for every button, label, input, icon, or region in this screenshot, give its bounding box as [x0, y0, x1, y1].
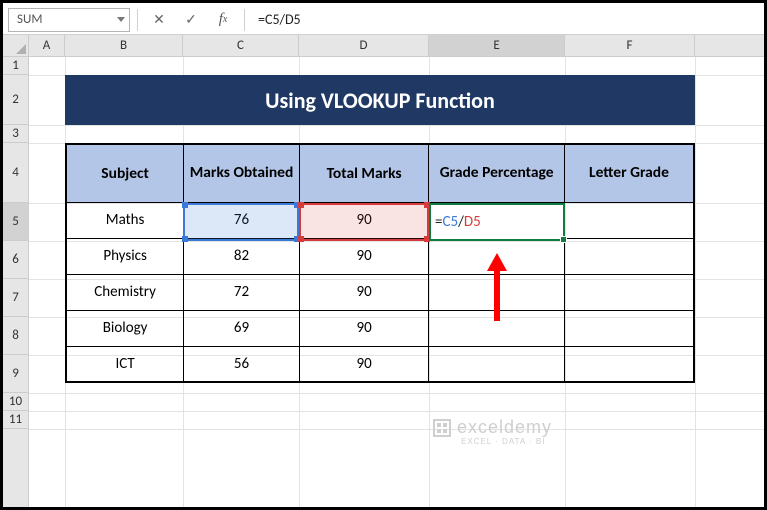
cell-grade[interactable]	[429, 310, 565, 346]
row-header-11[interactable]: 11	[3, 411, 28, 429]
fill-handle[interactable]	[560, 236, 567, 243]
row-header-1[interactable]: 1	[3, 57, 28, 75]
enter-icon[interactable]: ✓	[177, 8, 205, 32]
col-header-E[interactable]: E	[429, 35, 565, 56]
cell-letter[interactable]	[564, 202, 694, 238]
row-header-4[interactable]: 4	[3, 143, 28, 203]
col-header-B[interactable]: B	[65, 35, 183, 56]
row-header-9[interactable]: 9	[3, 355, 28, 393]
table-header-row: Subject Marks Obtained Total Marks Grade…	[66, 144, 694, 202]
divider	[244, 9, 245, 31]
cell-grade[interactable]	[429, 274, 565, 310]
formula-ref-c5: C5	[442, 213, 458, 231]
cell-grade[interactable]	[429, 238, 565, 274]
col-header-A[interactable]: A	[29, 35, 65, 56]
cell-total[interactable]: 90	[299, 346, 428, 382]
chevron-down-icon	[117, 17, 125, 22]
row-header-6[interactable]: 6	[3, 241, 28, 279]
select-all-corner[interactable]	[3, 35, 29, 57]
cells-area[interactable]: Using VLOOKUP Function Subject Marks Obt…	[29, 57, 764, 507]
cell-grade[interactable]	[429, 346, 565, 382]
row-header-10[interactable]: 10	[3, 393, 28, 411]
cell-total[interactable]: 90	[299, 202, 428, 238]
cell-subject[interactable]: ICT	[66, 346, 184, 382]
header-marks-obtained: Marks Obtained	[184, 144, 300, 202]
cancel-icon[interactable]: ✕	[145, 8, 173, 32]
cell-marks[interactable]: 56	[184, 346, 300, 382]
row-header-3[interactable]: 3	[3, 125, 28, 143]
formula-ref-d5: D5	[464, 213, 481, 231]
formula-input[interactable]: =C5/D5	[252, 8, 759, 32]
header-letter-grade: Letter Grade	[564, 144, 694, 202]
page-title: Using VLOOKUP Function	[65, 75, 695, 125]
active-cell-e5[interactable]: =C5/D5	[429, 203, 565, 241]
logo-icon	[433, 419, 451, 437]
cell-letter[interactable]	[564, 274, 694, 310]
cell-subject[interactable]: Maths	[66, 202, 184, 238]
divider	[137, 9, 138, 31]
col-header-F[interactable]: F	[565, 35, 695, 56]
cell-marks[interactable]: 72	[184, 274, 300, 310]
table-row: Maths 76 90	[66, 202, 694, 238]
row-header-2[interactable]: 2	[3, 75, 28, 125]
formula-bar-row: SUM ✕ ✓ fx =C5/D5	[3, 3, 764, 35]
cell-marks[interactable]: 82	[184, 238, 300, 274]
row-headers: 1 2 3 4 5 6 7 8 9 10 11	[3, 57, 29, 507]
row-header-8[interactable]: 8	[3, 317, 28, 355]
data-table: Subject Marks Obtained Total Marks Grade…	[65, 143, 695, 383]
cell-letter[interactable]	[564, 238, 694, 274]
cell-subject[interactable]: Biology	[66, 310, 184, 346]
cell-letter[interactable]	[564, 346, 694, 382]
header-grade-percentage: Grade Percentage	[429, 144, 565, 202]
header-subject: Subject	[66, 144, 184, 202]
name-box[interactable]: SUM	[8, 8, 130, 32]
table-row: ICT 56 90	[66, 346, 694, 382]
col-header-C[interactable]: C	[183, 35, 299, 56]
cell-marks[interactable]: 69	[184, 310, 300, 346]
cell-subject[interactable]: Chemistry	[66, 274, 184, 310]
col-header-D[interactable]: D	[299, 35, 429, 56]
cell-total[interactable]: 90	[299, 274, 428, 310]
row-header-7[interactable]: 7	[3, 279, 28, 317]
formula-eq: =	[435, 213, 442, 231]
cell-marks[interactable]: 76	[184, 202, 300, 238]
table-row: Biology 69 90	[66, 310, 694, 346]
watermark-tagline: EXCEL · DATA · BI	[461, 437, 629, 446]
column-headers: A B C D E F	[29, 35, 764, 57]
table-row: Physics 82 90	[66, 238, 694, 274]
name-box-value: SUM	[17, 12, 42, 27]
watermark: exceldemy EXCEL · DATA · BI	[433, 417, 629, 449]
cell-subject[interactable]: Physics	[66, 238, 184, 274]
header-total-marks: Total Marks	[299, 144, 428, 202]
cell-letter[interactable]	[564, 310, 694, 346]
cell-total[interactable]: 90	[299, 310, 428, 346]
cell-total[interactable]: 90	[299, 238, 428, 274]
row-header-5[interactable]: 5	[3, 203, 28, 241]
spreadsheet-grid: A B C D E F 1 2 3 4 5 6 7 8 9 10 11	[3, 35, 764, 507]
table-row: Chemistry 72 90	[66, 274, 694, 310]
fx-icon[interactable]: fx	[209, 8, 237, 32]
watermark-name: exceldemy	[457, 417, 552, 438]
